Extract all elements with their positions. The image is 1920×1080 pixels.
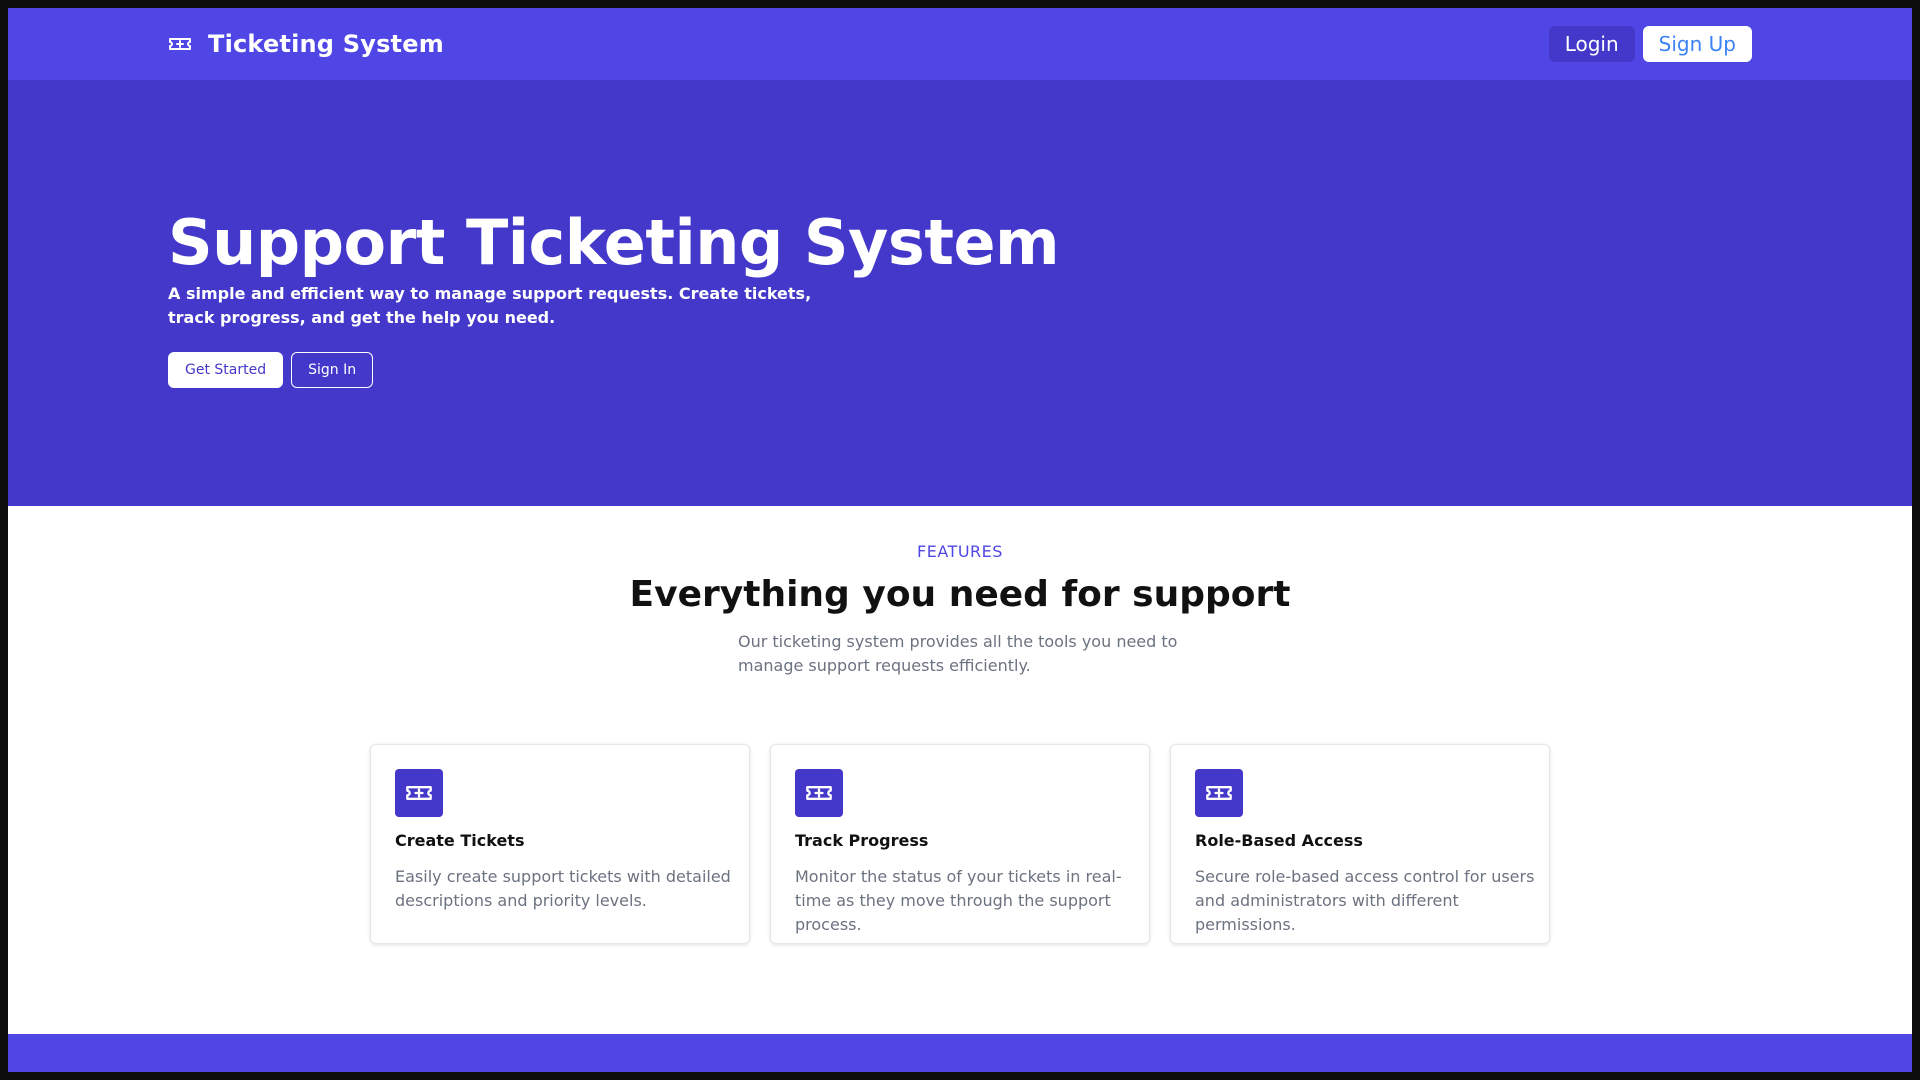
feature-card-create-tickets: Create Tickets Easily create support tic… xyxy=(370,744,750,944)
features-description: Our ticketing system provides all the to… xyxy=(738,632,1178,675)
brand-title: Ticketing System xyxy=(208,30,444,58)
features-eyebrow: FEATURES xyxy=(917,542,1003,561)
ticket-icon xyxy=(168,32,192,56)
hero-title: Support Ticketing System xyxy=(168,206,1060,279)
feature-cards: Create Tickets Easily create support tic… xyxy=(370,744,1550,944)
login-button[interactable]: Login xyxy=(1548,26,1635,62)
feature-card-title: Create Tickets xyxy=(395,831,525,850)
hero-subtitle: A simple and efficient way to manage sup… xyxy=(168,284,812,327)
feature-card-role-based-access: Role-Based Access Secure role-based acce… xyxy=(1170,744,1550,944)
ticket-icon xyxy=(1195,769,1243,817)
hero-actions: Get Started Sign In xyxy=(168,352,374,388)
feature-card-description: Monitor the status of your tickets in re… xyxy=(795,867,1122,934)
nav-actions: Login Sign Up xyxy=(1548,26,1752,62)
feature-card-description: Easily create support tickets with detai… xyxy=(395,867,731,910)
brand[interactable]: Ticketing System xyxy=(168,8,444,80)
features-title: Everything you need for support xyxy=(629,574,1291,615)
top-nav: Ticketing System Login Sign Up xyxy=(8,8,1912,80)
feature-card-track-progress: Track Progress Monitor the status of you… xyxy=(770,744,1150,944)
get-started-button[interactable]: Get Started xyxy=(168,352,284,388)
feature-card-title: Role-Based Access xyxy=(1195,831,1363,850)
browser-viewport: Ticketing System Login Sign Up Support T… xyxy=(8,8,1912,1072)
ticket-icon xyxy=(795,769,843,817)
hero-section: Support Ticketing System A simple and ef… xyxy=(8,80,1912,506)
signup-button[interactable]: Sign Up xyxy=(1642,26,1752,62)
feature-card-title: Track Progress xyxy=(795,831,929,850)
footer-band xyxy=(8,1034,1912,1072)
sign-in-button[interactable]: Sign In xyxy=(291,352,374,388)
ticket-icon xyxy=(395,769,443,817)
feature-card-description: Secure role-based access control for use… xyxy=(1195,867,1535,934)
